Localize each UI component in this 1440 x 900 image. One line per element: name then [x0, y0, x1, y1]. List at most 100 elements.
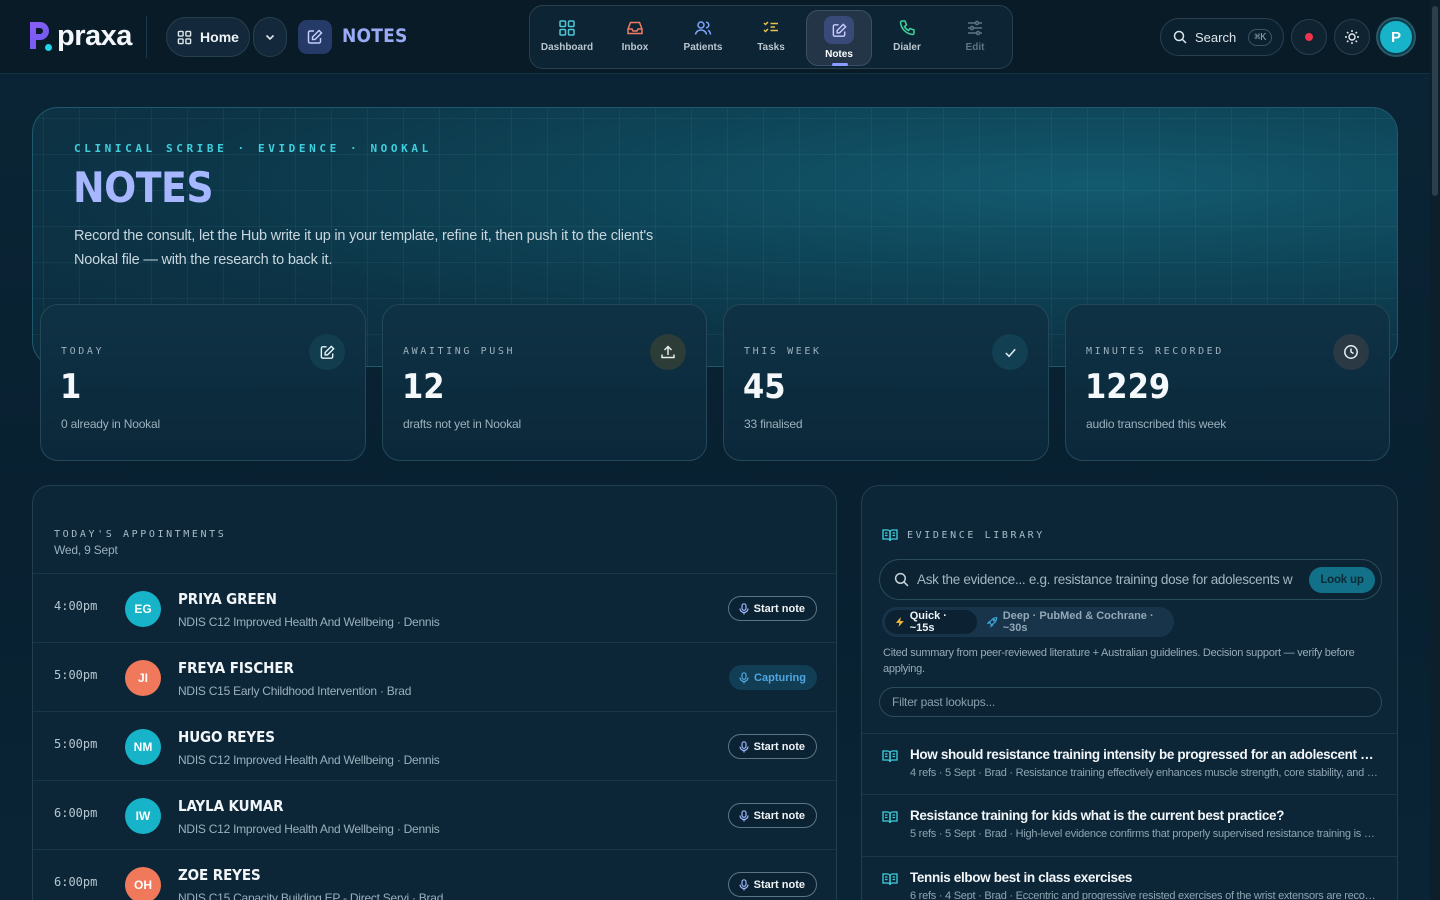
- stat-value: 45: [743, 367, 786, 407]
- microphone-icon: [739, 671, 749, 683]
- service-line: NDIS C12 Improved Health And Wellbeing ·…: [178, 822, 440, 836]
- theme-toggle-button[interactable]: [1334, 19, 1370, 55]
- evidence-list-item[interactable]: Tennis elbow best in class exercises 6 r…: [862, 856, 1397, 900]
- brand-logo[interactable]: praxa: [27, 19, 132, 53]
- nav-notes-icon-bg: [824, 16, 854, 44]
- appointment-row[interactable]: 5:00pm JI FREYA FISCHER NDIS C15 Early C…: [33, 642, 836, 711]
- stat-subtext: audio transcribed this week: [1086, 417, 1227, 431]
- stat-subtext: 33 finalised: [744, 417, 803, 431]
- hero-eyebrow: CLINICAL SCRIBE · EVIDENCE · NOOKAL: [74, 142, 432, 155]
- search-shortcut: ⌘K: [1248, 28, 1273, 46]
- client-name: FREYA FISCHER: [178, 659, 294, 677]
- evidence-search-input[interactable]: Ask the evidence... e.g. resistance trai…: [917, 572, 1297, 587]
- divider: [146, 16, 147, 58]
- nav-label: Patients: [683, 42, 723, 53]
- bolt-icon: [895, 617, 904, 627]
- scrollbar-thumb[interactable]: [1432, 6, 1438, 196]
- mode-deep[interactable]: Deep · PubMed & Cochrane · ~30s: [977, 610, 1171, 634]
- start-note-button[interactable]: Start note: [727, 596, 817, 621]
- top-bar: praxa Home NOTES Dashboard Inbox Patient…: [0, 0, 1430, 74]
- sun-icon: [1345, 30, 1359, 44]
- nav-patients[interactable]: Patients: [670, 10, 736, 66]
- appointment-time: 6:00pm: [54, 875, 98, 889]
- evidence-search-field[interactable]: Ask the evidence... e.g. resistance trai…: [879, 559, 1382, 600]
- appointment-time: 4:00pm: [54, 599, 98, 613]
- start-note-button[interactable]: Start note: [727, 734, 817, 759]
- appointment-row[interactable]: 6:00pm OH ZOE REYES NDIS C15 Capacity Bu…: [33, 849, 836, 900]
- nav-inbox[interactable]: Inbox: [602, 10, 668, 66]
- mode-label: Quick · ~15s: [909, 610, 947, 634]
- users-icon: [694, 21, 712, 35]
- home-dropdown-button[interactable]: [253, 17, 287, 57]
- nav-label: Dashboard: [540, 42, 594, 53]
- start-note-button[interactable]: Start note: [727, 872, 817, 897]
- book-open-icon: [882, 811, 898, 824]
- inbox-icon: [627, 21, 643, 35]
- checklist-icon: [763, 21, 778, 33]
- avatar: JI: [125, 660, 161, 696]
- grid-icon: [559, 20, 575, 36]
- button-label: Start note: [753, 740, 805, 753]
- stat-card-minutes-recorded: MINUTES RECORDED 1229 audio transcribed …: [1065, 304, 1390, 461]
- appointment-row[interactable]: 6:00pm IW LAYLA KUMAR NDIS C12 Improved …: [33, 780, 836, 849]
- home-button[interactable]: Home: [166, 17, 250, 57]
- upload-icon: [661, 345, 675, 359]
- user-avatar[interactable]: P: [1378, 19, 1414, 55]
- appointment-row[interactable]: 5:00pm NM HUGO REYES NDIS C12 Improved H…: [33, 711, 836, 780]
- stat-value: 1: [60, 367, 82, 407]
- appointment-time: 5:00pm: [54, 668, 98, 682]
- service-line: NDIS C12 Improved Health And Wellbeing ·…: [178, 753, 440, 767]
- avatar: IW: [125, 798, 161, 834]
- start-note-button[interactable]: Start note: [727, 803, 817, 828]
- mode-quick[interactable]: Quick · ~15s: [885, 610, 978, 634]
- capturing-status-button[interactable]: Capturing: [729, 665, 817, 690]
- record-button[interactable]: [1291, 19, 1327, 55]
- nav-edit[interactable]: Edit: [942, 10, 1008, 66]
- mode-label: Deep · PubMed & Cochrane · ~30s: [1002, 610, 1154, 634]
- sliders-icon: [968, 20, 982, 36]
- evidence-list-item[interactable]: How should resistance training intensity…: [862, 733, 1397, 795]
- avatar: NM: [125, 729, 161, 765]
- stat-icon-badge: [309, 334, 345, 370]
- home-label: Home: [200, 29, 239, 45]
- global-search-button[interactable]: Search ⌘K: [1160, 18, 1284, 56]
- microphone-icon: [739, 878, 749, 890]
- button-label: Capturing: [754, 671, 806, 684]
- appointment-time: 5:00pm: [54, 737, 98, 751]
- avatar: OH: [125, 867, 161, 900]
- appointment-row[interactable]: 4:00pm EG PRIYA GREEN NDIS C12 Improved …: [33, 573, 836, 642]
- look-up-button[interactable]: Look up: [1309, 567, 1375, 593]
- nav-dashboard[interactable]: Dashboard: [534, 10, 600, 66]
- service-line: NDIS C15 Early Childhood Intervention · …: [178, 684, 412, 698]
- nav-label: Edit: [965, 42, 985, 53]
- active-indicator: [832, 63, 848, 66]
- appointments-date: Wed, 9 Sept: [54, 543, 118, 557]
- evidence-item-title: How should resistance training intensity…: [910, 747, 1380, 762]
- evidence-item-title: Resistance training for kids what is the…: [910, 808, 1285, 823]
- stat-icon-badge: [992, 334, 1028, 370]
- stat-subtext: 0 already in Nookal: [61, 417, 160, 431]
- page-scrollbar[interactable]: [1430, 0, 1440, 900]
- book-open-icon: [882, 750, 898, 763]
- stat-subtext: drafts not yet in Nookal: [403, 417, 521, 431]
- nav-dialer[interactable]: Dialer: [874, 10, 940, 66]
- appointments-heading: TODAY'S APPOINTMENTS: [54, 529, 227, 540]
- client-name: ZOE REYES: [178, 866, 261, 884]
- grid-icon: [177, 30, 192, 44]
- edit-note-icon: [320, 344, 335, 359]
- edit-note-icon: [832, 22, 847, 37]
- nav-tasks[interactable]: Tasks: [738, 10, 804, 66]
- client-name: PRIYA GREEN: [178, 590, 277, 608]
- chevron-down-icon: [265, 34, 275, 41]
- book-open-icon: [882, 529, 898, 542]
- stat-card-this-week: THIS WEEK 45 33 finalised: [723, 304, 1049, 461]
- phone-icon: [899, 20, 915, 36]
- page-label: NOTES: [342, 25, 408, 47]
- filter-past-lookups-input[interactable]: Filter past lookups...: [879, 687, 1382, 717]
- stat-card-awaiting-push: AWAITING PUSH 12 drafts not yet in Nooka…: [382, 304, 707, 461]
- evidence-item-meta: 4 refs · 5 Sept · Brad · Resistance trai…: [910, 767, 1380, 779]
- evidence-list-item[interactable]: Resistance training for kids what is the…: [862, 794, 1397, 856]
- nav-notes[interactable]: Notes: [806, 10, 872, 66]
- service-line: NDIS C15 Capacity Building EP - Direct S…: [178, 891, 444, 900]
- button-label: Start note: [753, 602, 805, 615]
